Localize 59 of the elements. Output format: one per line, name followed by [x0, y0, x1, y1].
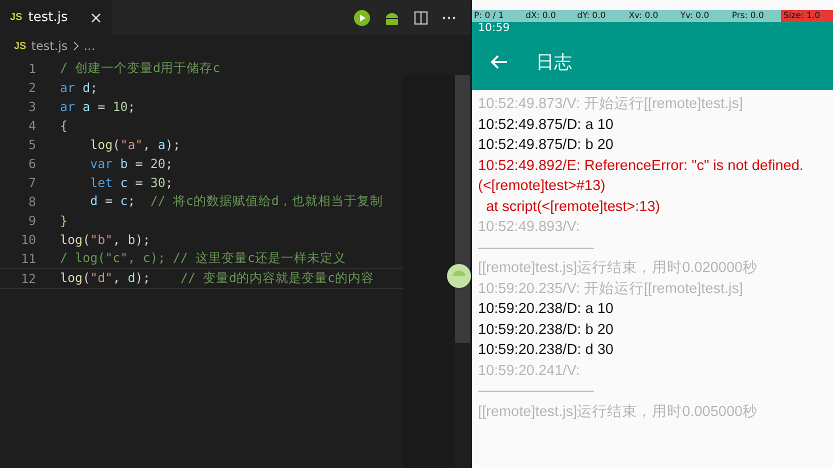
- code-line: log("d", d); // 变量d的内容就是变量c的内容: [60, 270, 374, 287]
- pointer-info-text: dX: 0.0: [524, 10, 557, 22]
- code-line: d = c; // 将c的数据赋值给d，也就相当于复制: [89, 193, 383, 210]
- pointer-info-text: Xv: 0.0: [628, 10, 660, 22]
- pointer-info-text: Prs: 0.0: [730, 10, 765, 22]
- editor-tab[interactable]: JS test.js: [0, 0, 112, 35]
- back-arrow-icon[interactable]: [490, 54, 508, 70]
- line-number: 9: [27, 213, 36, 228]
- status-time: 10:59: [477, 22, 510, 34]
- code-line: let c = 30;: [89, 175, 173, 190]
- js-file-icon: JS: [14, 40, 26, 52]
- line-number: 7: [27, 175, 36, 190]
- line-number: 5: [27, 137, 36, 152]
- code-line: / 创建一个变量d用于储存c: [60, 60, 220, 77]
- line-number: 2: [27, 80, 36, 95]
- more-icon[interactable]: [442, 16, 456, 20]
- log-line: 10:59:20.238/D: a 10: [478, 300, 614, 319]
- play-icon[interactable]: [354, 10, 370, 26]
- line-number: 4: [27, 118, 36, 133]
- log-line: 10:52:49.892/E: ReferenceError: "c" is not defined. (<[remote]test>#13) at script(<[remote]test>:13): [478, 156, 804, 216]
- line-number: 11: [20, 251, 36, 266]
- pointer-info-text: Size: 1.0: [781, 10, 833, 22]
- scrollbar[interactable]: [455, 75, 470, 343]
- line-number: 10: [20, 232, 36, 247]
- log-line: 10:52:49.873/V: 开始运行[[remote]test.js]: [478, 95, 744, 114]
- code-line: }: [60, 213, 68, 228]
- log-line: ————————: [478, 382, 595, 401]
- line-number: 12: [20, 271, 36, 286]
- pointer-info-text: P: 0 / 1: [473, 10, 505, 22]
- pointer-info-text: Yv: 0.0: [679, 10, 710, 22]
- line-number: 1: [27, 61, 36, 76]
- close-icon[interactable]: [90, 12, 102, 24]
- code-line: / log("c", c); // 这里变量c还是一样未定义: [60, 250, 346, 267]
- log-line: [[remote]test.js]运行结束，用时0.020000秒: [478, 259, 759, 278]
- breadcrumb-file[interactable]: test.js: [31, 39, 68, 53]
- code-line: log("b", b);: [60, 232, 150, 247]
- log-line: 10:59:20.238/D: d 30: [478, 341, 614, 360]
- line-number: 6: [27, 156, 36, 171]
- line-number: 3: [27, 99, 36, 114]
- code-line: {: [60, 118, 68, 133]
- log-line: ————————: [478, 238, 595, 258]
- log-line: 10:52:49.875/D: a 10: [478, 116, 614, 134]
- breadcrumb-ellipsis[interactable]: ...: [84, 39, 96, 53]
- js-file-icon: JS: [10, 12, 22, 23]
- log-line: 10:52:49.875/D: b 20: [478, 136, 614, 155]
- code-line: ar d;: [60, 80, 98, 95]
- line-number: 8: [27, 194, 36, 209]
- pointer-info-text: dY: 0.0: [576, 10, 607, 22]
- chevron-icon: [72, 41, 79, 51]
- code-line: log("a", a);: [89, 137, 180, 152]
- split-editor-icon[interactable]: [414, 10, 428, 24]
- code-line: var b = 20;: [89, 156, 173, 171]
- log-line: 10:59:20.235/V: 开始运行[[remote]test.js]: [478, 280, 744, 298]
- log-line: 10:59:20.241/V:: [478, 362, 581, 380]
- log-line: 10:59:20.238/D: b 20: [478, 320, 614, 340]
- app-title: 日志: [536, 51, 572, 74]
- log-line: [[remote]test.js]运行结束，用时0.005000秒: [478, 402, 759, 422]
- log-line: 10:52:49.893/V:: [478, 218, 581, 237]
- code-line: ar a = 10;: [60, 99, 136, 114]
